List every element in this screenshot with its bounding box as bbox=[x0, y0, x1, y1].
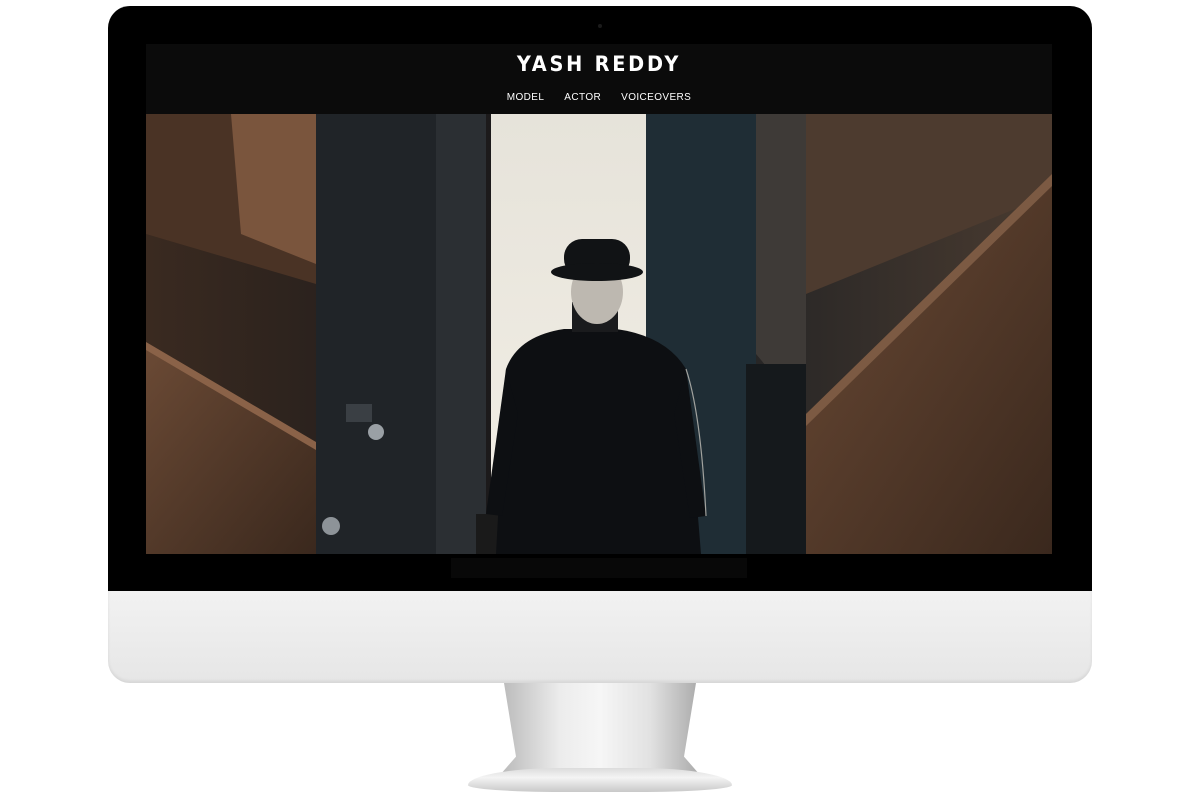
nav-link-voiceovers[interactable]: VOICEOVERS bbox=[621, 92, 691, 103]
monitor-chin bbox=[108, 591, 1092, 683]
camera-icon bbox=[598, 24, 602, 28]
nav-link-model[interactable]: MODEL bbox=[507, 92, 545, 103]
site-header: YASH REDDY MODEL ACTOR VOICEOVERS bbox=[146, 44, 1052, 114]
monitor-stand bbox=[500, 683, 700, 775]
screen-bottom-bar bbox=[146, 554, 1052, 591]
site-title[interactable]: YASH REDDY bbox=[182, 52, 1016, 76]
hero-video[interactable] bbox=[146, 114, 1052, 554]
hero-image bbox=[146, 114, 1052, 554]
monitor-stand-base bbox=[468, 768, 732, 792]
caption-bar bbox=[451, 558, 747, 578]
main-nav: MODEL ACTOR VOICEOVERS bbox=[146, 92, 1052, 103]
nav-link-actor[interactable]: ACTOR bbox=[564, 92, 601, 103]
screen: YASH REDDY MODEL ACTOR VOICEOVERS bbox=[146, 44, 1052, 554]
